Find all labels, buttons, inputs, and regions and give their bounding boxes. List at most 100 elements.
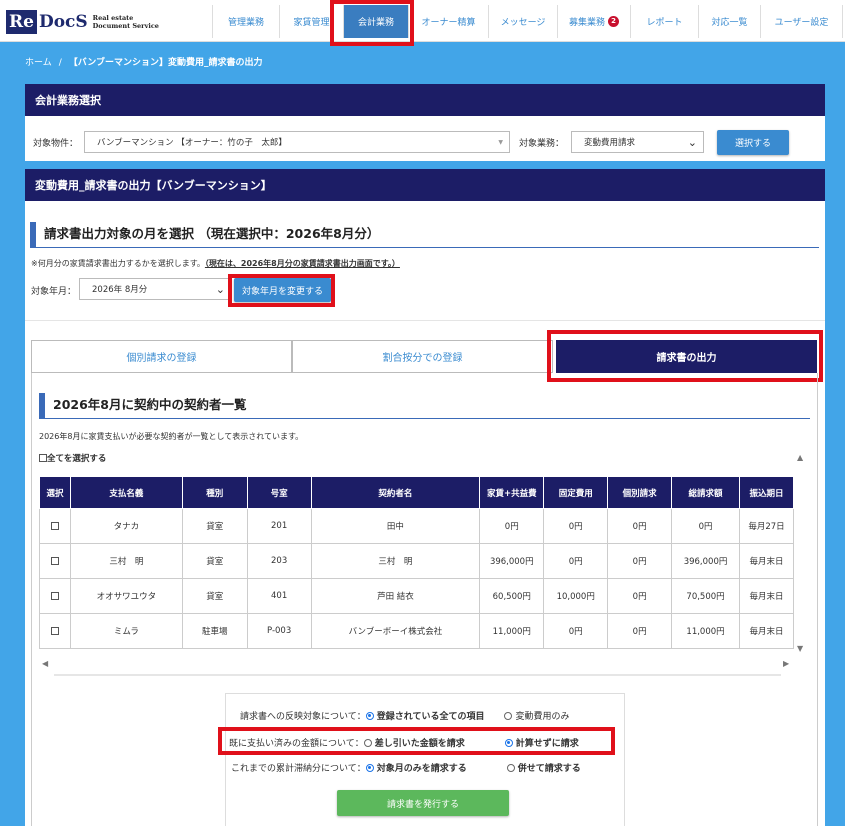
cell-rent: 0円 (479, 508, 545, 544)
scroll-up-icon[interactable]: ▲ (797, 453, 803, 462)
col-contractor: 契約者名 (310, 476, 481, 509)
task-select-value: 変動費用請求 (584, 138, 636, 148)
notification-badge: 2 (608, 16, 619, 27)
property-select[interactable]: バンブーマンション 【オーナー：竹の子 太郎】 ▼ (84, 131, 510, 153)
month-label: 対象年月： (31, 287, 77, 297)
row-checkbox[interactable] (50, 521, 59, 530)
row-checkbox[interactable] (50, 556, 59, 565)
cell-payer: オオサワユウタ (69, 578, 183, 614)
main-nav: 管理業務 家賃管理 会計業務 オーナー精算 メッセージ 募集業務 2 レポート 対… (212, 5, 843, 38)
invoice-panel-header: 変動費用_請求書の出力【バンブーマンション】 (25, 169, 825, 201)
col-total: 総請求額 (671, 476, 740, 509)
month-select[interactable]: 2026年 8月分 ⌄ (79, 278, 232, 300)
cell-kind: 駐車場 (181, 613, 248, 649)
cell-fixed: 0円 (543, 508, 609, 544)
cell-room: 401 (246, 578, 312, 614)
task-select[interactable]: 変動費用請求 ⌄ (571, 131, 704, 153)
cell-rent: 60,500円 (479, 578, 545, 614)
cell-fixed: 0円 (543, 543, 609, 579)
arrears-radio-month-only[interactable] (365, 763, 374, 772)
panel-title: 会計業務選択 (35, 94, 101, 107)
col-kind: 種別 (181, 476, 248, 509)
highlight-frame-change-month (228, 274, 335, 307)
nav-label: メッセージ (500, 18, 546, 28)
nav-management[interactable]: 管理業務 (212, 5, 279, 38)
task-label: 対象業務： (519, 139, 565, 149)
scroll-right-icon[interactable]: ▶ (783, 659, 789, 668)
col-rent: 家賃+共益費 (479, 476, 545, 509)
month-select-value: 2026年 8月分 (92, 285, 148, 295)
property-select-value: バンブーマンション 【オーナー：竹の子 太郎】 (97, 138, 287, 148)
nav-label: 管理業務 (227, 18, 264, 28)
cell-kind: 貸室 (181, 543, 248, 579)
col-select: 選択 (39, 476, 71, 509)
cell-payer: 三村 明 (69, 543, 183, 579)
divider (25, 320, 825, 321)
nav-label: レポート (646, 18, 683, 28)
select-all-label: 全てを選択する (47, 454, 107, 464)
reflect-radio-variable[interactable] (504, 711, 513, 720)
cell-room: 201 (246, 508, 312, 544)
highlight-frame-paid-option (218, 727, 615, 755)
horizontal-scrollbar[interactable] (54, 674, 781, 676)
arrears-option-row: これまでの累計滞納分について： 対象月のみを請求する 併せて請求する (231, 761, 581, 774)
cell-total: 11,000円 (671, 613, 740, 649)
scroll-left-icon[interactable]: ◀ (42, 659, 48, 668)
logo-re: Re (6, 10, 37, 34)
reflect-opt-all-label: 登録されている全ての項目 (376, 712, 485, 722)
tab-label: 割合按分での登録 (382, 353, 463, 364)
nav-user-settings[interactable]: ユーザー設定 (760, 5, 843, 38)
highlight-frame-nav (330, 0, 414, 46)
arrears-radio-combined[interactable] (506, 763, 515, 772)
cell-total: 70,500円 (671, 578, 740, 614)
cell-due: 毎月末日 (739, 543, 794, 579)
nav-label: ユーザー設定 (774, 18, 829, 28)
cell-due: 毎月末日 (739, 613, 794, 649)
cell-room: P-003 (246, 613, 312, 649)
cell-rent: 396,000円 (479, 543, 545, 579)
col-fixed: 固定費用 (543, 476, 609, 509)
nav-responses[interactable]: 対応一覧 (698, 5, 760, 38)
cell-rent: 11,000円 (479, 613, 545, 649)
nav-label: 募集業務 (568, 18, 605, 28)
row-checkbox[interactable] (50, 626, 59, 635)
row-checkbox[interactable] (50, 591, 59, 600)
tab-proportional-billing[interactable]: 割合按分での登録 (292, 340, 553, 373)
cell-kind: 貸室 (181, 578, 248, 614)
col-room: 号室 (246, 476, 312, 509)
reflect-opt-variable-label: 変動費用のみ (515, 712, 570, 722)
tab-individual-billing[interactable]: 個別請求の登録 (31, 340, 292, 373)
nav-recruitment[interactable]: 募集業務 2 (557, 5, 630, 38)
nav-owner-settlement[interactable]: オーナー精算 (408, 5, 488, 38)
cell-individual: 0円 (607, 508, 673, 544)
issue-invoice-button[interactable]: 請求書を発行する (337, 790, 509, 816)
reflect-option-row: 請求書への反映対象について： 登録されている全ての項目 変動費用のみ (240, 709, 569, 722)
contractors-description: 2026年8月に家賃支払いが必要な契約者が一覧として表示されています。 (39, 432, 304, 441)
select-all[interactable]: 全てを選択する (39, 452, 106, 464)
col-due: 振込期日 (739, 476, 794, 509)
col-payer: 支払名義 (69, 476, 183, 509)
nav-reports[interactable]: レポート (630, 5, 698, 38)
arrears-opt-month-label: 対象月のみを請求する (376, 764, 467, 774)
month-section-title: 請求書出力対象の月を選択 （現在選択中：2026年8月分） (30, 222, 819, 248)
row-select-cell (39, 508, 71, 544)
month-note-emphasis: （現在は、2026年8月分の家賃請求書出力画面です。） (204, 259, 400, 268)
select-button[interactable]: 選択する (717, 130, 789, 155)
scroll-down-icon[interactable]: ▼ (797, 644, 803, 653)
cell-due: 毎月末日 (739, 578, 794, 614)
nav-messages[interactable]: メッセージ (488, 5, 557, 38)
col-individual: 個別請求 (607, 476, 673, 509)
reflect-radio-all[interactable] (365, 711, 374, 720)
cell-individual: 0円 (607, 543, 673, 579)
nav-label: オーナー精算 (421, 18, 476, 28)
table-header-row: 選択 支払名義 種別 号室 契約者名 家賃+共益費 固定費用 個別請求 総請求額… (39, 476, 794, 509)
contractors-title: 2026年8月に契約中の契約者一覧 (39, 393, 810, 419)
cell-individual: 0円 (607, 578, 673, 614)
app-logo[interactable]: Re DocS Real estate Document Service (6, 9, 159, 35)
top-header: Re DocS Real estate Document Service 管理業… (0, 0, 845, 42)
logo-sub-line2: Document Service (92, 22, 159, 30)
select-all-checkbox[interactable] (39, 454, 47, 462)
cell-payer: タナカ (69, 508, 183, 544)
breadcrumb-home[interactable]: ホーム (25, 58, 52, 68)
logo-sub-line1: Real estate (92, 14, 134, 22)
